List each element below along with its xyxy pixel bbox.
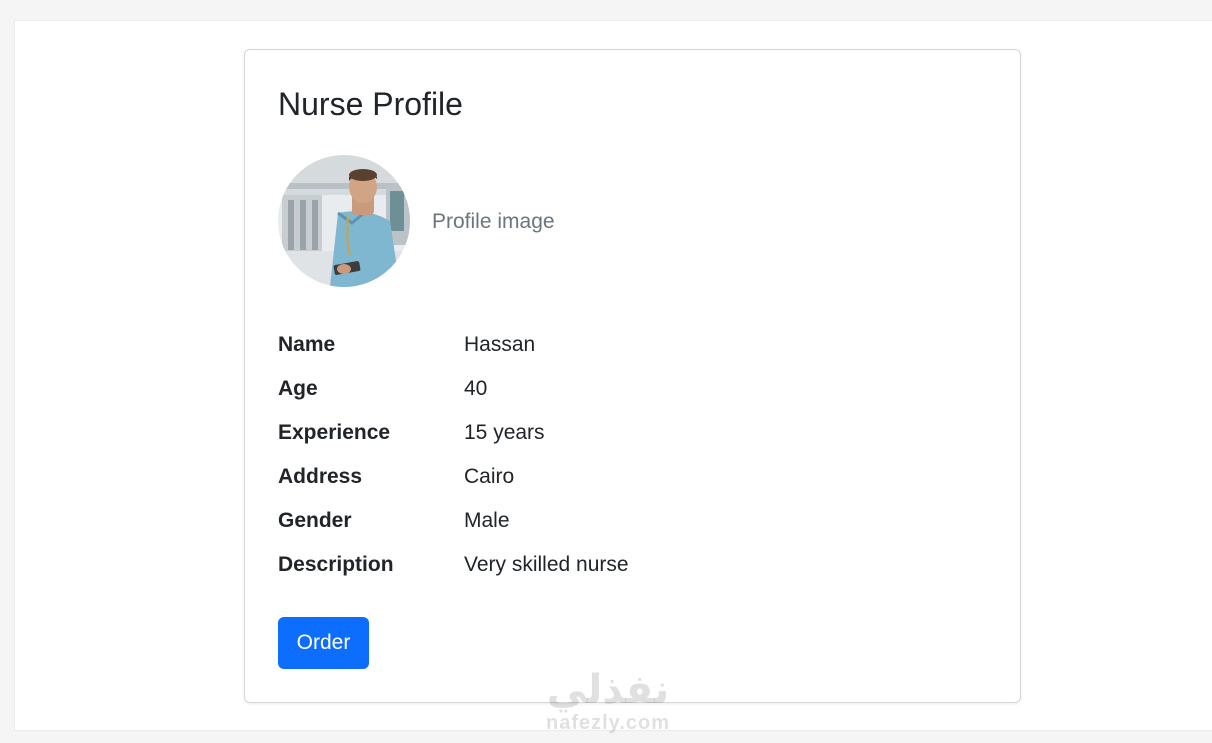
detail-row-experience: Experience 15 years <box>278 411 778 455</box>
detail-label: Experience <box>278 421 391 444</box>
detail-value: 40 <box>464 377 488 400</box>
detail-row-address: Address Cairo <box>278 455 778 499</box>
profile-details: Name Hassan Age 40 Experience 15 years A… <box>278 323 778 587</box>
detail-value: 15 years <box>464 421 545 444</box>
order-button[interactable]: Order <box>278 617 369 669</box>
detail-label: Age <box>278 377 318 400</box>
detail-label: Address <box>278 465 363 488</box>
avatar <box>278 155 410 287</box>
detail-value: Cairo <box>464 465 515 488</box>
nurse-profile-card: Nurse Profile Profile image Name Hassan … <box>244 49 1021 703</box>
detail-value: Male <box>464 509 510 532</box>
detail-value: Very skilled nurse <box>464 553 629 576</box>
detail-row-gender: Gender Male <box>278 499 778 543</box>
detail-row-name: Name Hassan <box>278 323 778 367</box>
detail-label: Gender <box>278 509 352 532</box>
detail-label: Description <box>278 553 394 576</box>
detail-label: Name <box>278 333 336 356</box>
profile-photo <box>278 155 410 287</box>
profile-image-caption: Profile image <box>432 210 555 233</box>
detail-value: Hassan <box>464 333 536 356</box>
page-title: Nurse Profile <box>278 86 463 122</box>
detail-row-age: Age 40 <box>278 367 778 411</box>
detail-row-description: Description Very skilled nurse <box>278 543 778 587</box>
